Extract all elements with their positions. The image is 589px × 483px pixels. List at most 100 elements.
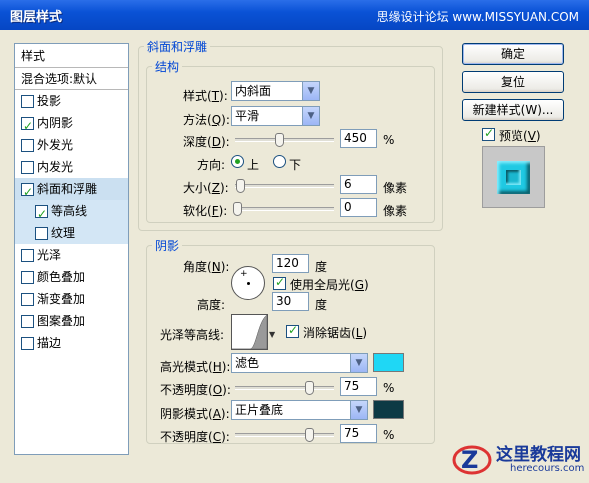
sidebar-item[interactable]: 内发光 (15, 156, 128, 178)
soften-slider-thumb[interactable] (233, 202, 242, 216)
sidebar-item-checkbox[interactable] (21, 336, 34, 350)
technique-label: 方法(Q): (183, 113, 230, 127)
altitude-input[interactable]: 30 (272, 292, 309, 311)
shadow-color-swatch[interactable] (373, 400, 404, 419)
sidebar-item-label: 斜面和浮雕 (37, 182, 98, 196)
sidebar-item[interactable]: 颜色叠加 (15, 266, 128, 288)
gloss-contour-preview[interactable] (231, 314, 268, 350)
site-logo: Z 这里教程网 herecours.com (452, 438, 589, 483)
depth-slider[interactable] (235, 133, 334, 147)
sidebar-item[interactable]: 图案叠加 (15, 310, 128, 332)
svg-text:Z: Z (461, 446, 478, 474)
crosshair-icon: + (240, 269, 248, 279)
sidebar-item-label: 内阴影 (37, 116, 74, 130)
shading-title: 阴影 (152, 237, 183, 254)
direction-down-radio[interactable] (273, 155, 286, 168)
sidebar-item-label: 光泽 (37, 248, 62, 262)
sidebar-item-checkbox[interactable] (21, 181, 34, 203)
shadow-opacity-input[interactable]: 75 (340, 424, 377, 443)
size-slider-thumb[interactable] (236, 179, 245, 193)
shadow-mode-select[interactable]: 正片叠底 ▼ (231, 400, 368, 420)
sidebar-item-checkbox[interactable] (21, 314, 34, 328)
shadow-mode-label: 阴影模式(A): (160, 407, 230, 421)
sidebar-item-label: 颜色叠加 (37, 270, 86, 284)
size-label: 大小(Z): (183, 181, 229, 195)
gloss-contour-label: 光泽等高线: (160, 328, 225, 342)
bevel-emboss-title: 斜面和浮雕 (144, 38, 211, 55)
angle-input[interactable]: 120 (272, 254, 309, 273)
sidebar-item[interactable]: 纹理 (15, 222, 128, 244)
style-select[interactable]: 内斜面 ▼ (231, 81, 320, 101)
window-title: 图层样式 (10, 10, 63, 25)
watermark-text: 思缘设计论坛 www.MISSYUAN.COM (376, 10, 579, 24)
sidebar-item-checkbox[interactable] (35, 203, 48, 225)
styles-list: 样式 混合选项:默认 投影内阴影外发光内发光斜面和浮雕等高线纹理光泽颜色叠加渐变… (14, 43, 129, 455)
altitude-label: 高度: (197, 298, 226, 312)
antialias-checkbox[interactable] (286, 323, 299, 338)
depth-input[interactable]: 450 (340, 129, 377, 148)
soften-slider[interactable] (233, 202, 334, 216)
contour-dropdown-icon[interactable]: ▼ (269, 330, 275, 339)
sidebar-item-label: 描边 (37, 336, 62, 350)
sidebar-item[interactable]: 斜面和浮雕 (15, 178, 128, 203)
highlight-mode-label: 高光模式(H): (160, 360, 231, 374)
depth-label: 深度(D): (183, 135, 230, 149)
preview-label: 预览(V) (499, 129, 541, 143)
sidebar-item-checkbox[interactable] (21, 292, 34, 306)
sidebar-item-checkbox[interactable] (21, 160, 34, 174)
shadow-mode-value: 正片叠底 (235, 403, 284, 417)
depth-slider-thumb[interactable] (275, 133, 284, 147)
new-style-button[interactable]: 新建样式(W)... (462, 99, 564, 121)
technique-select[interactable]: 平滑 ▼ (231, 106, 320, 126)
antialias-label: 消除锯齿(L) (303, 326, 368, 340)
preview-checkbox[interactable] (482, 126, 495, 141)
highlight-mode-select[interactable]: 滤色 ▼ (231, 353, 368, 373)
direction-up-radio[interactable] (231, 155, 244, 168)
angle-label: 角度(N): (183, 260, 230, 274)
sidebar-item[interactable]: 投影 (15, 90, 128, 112)
sidebar-item[interactable]: 渐变叠加 (15, 288, 128, 310)
sidebar-item[interactable]: 等高线 (15, 200, 128, 225)
sidebar-item[interactable]: 内阴影 (15, 112, 128, 137)
blending-options[interactable]: 混合选项:默认 (15, 68, 128, 90)
sidebar-item-checkbox[interactable] (21, 138, 34, 152)
size-input[interactable]: 6 (340, 175, 377, 194)
title-bar: 图层样式 思缘设计论坛 www.MISSYUAN.COM (0, 0, 589, 30)
logo-text-en: herecours.com (510, 463, 585, 474)
sidebar-item-label: 渐变叠加 (37, 292, 86, 306)
highlight-color-swatch[interactable] (373, 353, 404, 372)
shadow-opacity-thumb[interactable] (305, 428, 314, 442)
global-light-checkbox[interactable] (273, 275, 286, 290)
highlight-opacity-input[interactable]: 75 (340, 377, 377, 396)
highlight-opacity-label: 不透明度(O): (160, 383, 231, 397)
sidebar-item-checkbox[interactable] (21, 248, 34, 262)
sidebar-item-checkbox[interactable] (21, 94, 34, 108)
soften-input[interactable]: 0 (340, 198, 377, 217)
shadow-opacity-unit: % (383, 428, 395, 442)
angle-dial[interactable]: + (231, 266, 265, 300)
sidebar-item-label: 图案叠加 (37, 314, 86, 328)
size-slider[interactable] (235, 179, 334, 193)
angle-unit: 度 (315, 260, 328, 274)
reset-button[interactable]: 复位 (462, 71, 564, 93)
chevron-down-icon: ▼ (350, 401, 367, 419)
shadow-opacity-slider[interactable] (235, 428, 334, 442)
styles-header[interactable]: 样式 (15, 44, 128, 68)
highlight-opacity-thumb[interactable] (305, 381, 314, 395)
sidebar-item[interactable]: 外发光 (15, 134, 128, 156)
sidebar-item[interactable]: 光泽 (15, 244, 128, 266)
sidebar-item-checkbox[interactable] (35, 226, 48, 240)
direction-down-label: 下 (289, 158, 302, 172)
angle-center-dot (247, 282, 250, 285)
sidebar-item-checkbox[interactable] (21, 115, 34, 137)
style-value: 内斜面 (235, 84, 272, 98)
structure-title: 结构 (152, 58, 183, 75)
sidebar-item-checkbox[interactable] (21, 270, 34, 284)
sidebar-item[interactable]: 描边 (15, 332, 128, 354)
altitude-unit: 度 (315, 298, 328, 312)
highlight-mode-value: 滤色 (235, 356, 260, 370)
sidebar-item-label: 外发光 (37, 138, 74, 152)
sidebar-item-label: 纹理 (51, 226, 76, 240)
ok-button[interactable]: 确定 (462, 43, 564, 65)
highlight-opacity-slider[interactable] (235, 381, 334, 395)
